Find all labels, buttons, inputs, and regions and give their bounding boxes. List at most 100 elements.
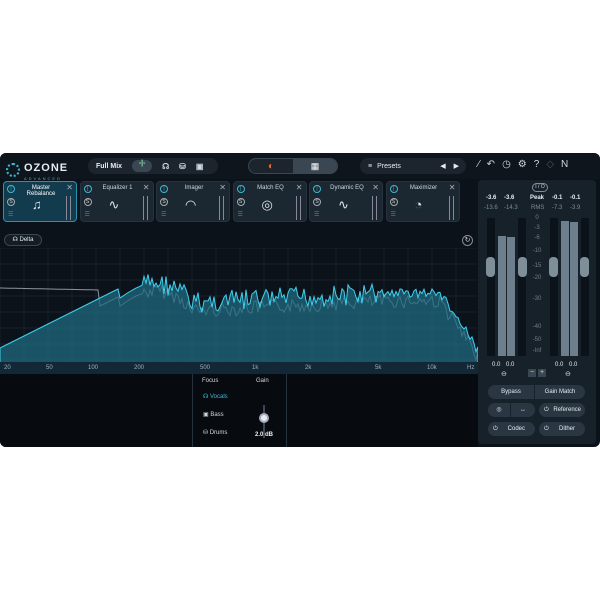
solo-icon[interactable]: S [313,198,321,206]
bypass-button[interactable]: Bypass [488,385,534,399]
out-gain-fader-r[interactable] [580,257,589,277]
module-match-eq[interactable]: | Match EQ ✕ S ☰ ◎ [232,181,307,222]
peak-label: Peak [530,195,545,201]
swap-icon[interactable]: ↔ [511,403,535,417]
in-link-icon[interactable]: ⊖ [501,370,507,378]
module-gain-fader[interactable] [66,196,71,220]
in-fader-track-r[interactable] [518,218,526,356]
power-icon[interactable]: | [389,185,398,193]
scale-tick: -40 [532,324,542,330]
close-icon[interactable]: ✕ [296,183,303,192]
gain-match-button[interactable]: Gain Match [535,385,585,399]
focus-drums[interactable]: ⛁ Drums [203,429,227,436]
freq-label: 10k [427,365,437,371]
full-mix-label[interactable]: Full Mix [96,163,122,170]
delta-button[interactable]: ☊ Delta [4,234,42,246]
list-icon[interactable]: ☰ [238,211,243,218]
module-dynamic-eq[interactable]: | Dynamic EQ ✕ S ☰ ∿ [309,181,383,222]
dither-button[interactable]: ⏻ Dither [539,422,585,436]
view-toggle[interactable]: ◐ ▦ [248,158,338,174]
power-icon[interactable]: | [236,185,245,193]
module-maximizer[interactable]: | Maximizer ✕ S ☰ ◔ [385,181,460,222]
module-equalizer-1[interactable]: | Equalizer 1 ✕ S ☰ ∿ [79,181,154,222]
module-name: Imager [184,185,204,191]
module-gain-fader[interactable] [372,196,377,220]
solo-icon[interactable]: S [83,198,92,206]
module-gain-fader[interactable] [142,196,148,220]
in-peak-r: -3.6 [504,195,515,201]
scale-tick: -10 [532,248,542,254]
reference-label: Reference [553,407,581,413]
list-icon[interactable]: ☰ [85,211,90,218]
help-icon[interactable]: ? [534,159,540,170]
close-icon[interactable]: ✕ [143,183,150,192]
out-peak-r: -0.1 [570,195,581,201]
focus-vocals[interactable]: ☊ Vocals [203,393,228,400]
scale-tick: -Inf [532,348,542,354]
freq-label: 20 [4,365,11,371]
close-icon[interactable]: ✕ [449,183,456,192]
solo-icon[interactable]: S [7,198,15,206]
in-gain-fader[interactable] [486,257,495,277]
pencil-icon[interactable]: ⁄ [478,159,480,170]
in-fader-track[interactable] [487,218,495,356]
presets-label[interactable]: Presets [377,163,401,170]
out-fader-track[interactable] [550,218,558,356]
reference-button[interactable]: ⏻ Reference [539,403,585,417]
codec-label: Codec [507,426,525,432]
gain-value: 2.0 dB [255,432,274,438]
power-icon[interactable]: | [313,185,321,193]
undo-icon[interactable]: ↶ [487,159,495,170]
bass-icon[interactable]: ▣ [196,162,204,171]
list-icon[interactable]: ☰ [8,211,13,218]
codec-button[interactable]: ⏻ Codec [488,422,535,436]
reset-icon[interactable]: ↻ [462,235,473,246]
history-icon[interactable]: ◷ [502,159,511,170]
out-link-icon[interactable]: ⊖ [565,370,571,378]
power-icon[interactable]: | [160,185,168,193]
close-icon[interactable]: ✕ [372,183,379,192]
ni-logo-icon: N [561,159,569,170]
solo-icon[interactable]: S [160,198,168,206]
vocals-icon[interactable]: ☊ [162,162,169,171]
gain-slider-handle[interactable] [259,413,269,424]
drums-icon[interactable]: ⛁ [179,162,186,171]
module-gain-fader[interactable] [295,196,301,220]
io-toggle[interactable]: I / O [532,183,548,192]
module-imager[interactable]: | Imager ✕ S ☰ ◠ [156,181,230,222]
module-gain-fader[interactable] [219,196,224,220]
modules-view-icon[interactable]: ▦ [293,158,337,174]
spectrum-display [0,248,478,363]
focus-bass-label: Bass [210,412,224,418]
plus-button[interactable]: + [538,369,546,377]
close-icon[interactable]: ✕ [66,183,73,192]
assistant-icon[interactable]: ◐ [249,161,293,172]
solo-icon[interactable]: S [389,198,398,206]
out-peak-l: -0.1 [552,195,563,201]
list-icon[interactable]: ☰ [161,211,166,218]
in-gain-fader-r[interactable] [518,257,527,277]
stereo-icon[interactable]: ◎ [488,403,510,417]
module-master-rebalance[interactable]: | Master Rebalance ✕ S ☰ ♫ [3,181,77,222]
izotope-icon[interactable]: ◇ [546,159,554,170]
solo-icon[interactable]: S [236,198,245,206]
list-icon[interactable]: ☰ [314,211,319,218]
out-gain-fader[interactable] [549,257,558,277]
power-icon[interactable]: | [7,185,15,193]
out-fader-track-r[interactable] [581,218,589,356]
gear-icon[interactable]: ⚙ [518,159,527,170]
module-name: Match EQ [257,185,284,191]
focus-panel: Focus Gain ☊ Vocals ▣ Bass ⛁ Drums 2.0 d… [192,374,287,447]
ozone-window: OZONE ADVANCED Full Mix -|- ☊ ⛁ ▣ ◐ ▦ ≡ Presets… [0,153,600,447]
minus-button[interactable]: − [528,369,536,377]
presets-selector[interactable]: ≡ Presets ◀ ▶ [360,158,466,174]
close-icon[interactable]: ✕ [219,183,226,192]
mix-selector[interactable]: Full Mix -|- ☊ ⛁ ▣ [88,158,218,174]
prev-preset-icon[interactable]: ◀ [440,162,445,170]
focus-bass[interactable]: ▣ Bass [203,411,224,418]
list-icon[interactable]: ☰ [391,211,396,218]
power-icon[interactable]: | [83,185,92,193]
module-gain-fader[interactable] [448,196,454,220]
waveform-icon[interactable]: -|- [132,160,153,172]
next-preset-icon[interactable]: ▶ [454,162,459,170]
